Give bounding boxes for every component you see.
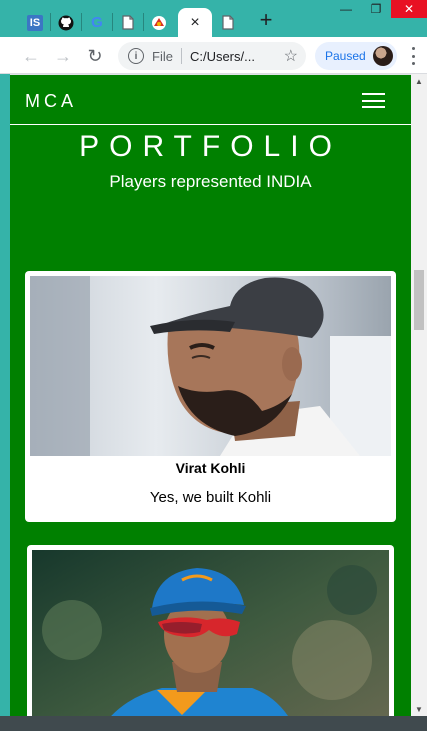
address-divider xyxy=(180,48,182,64)
arrow-right-icon: → xyxy=(54,45,72,66)
address-scheme: File xyxy=(152,48,173,64)
menu-dots-icon[interactable] xyxy=(406,47,420,65)
tab-document-1[interactable] xyxy=(115,8,141,37)
github-icon xyxy=(58,15,74,31)
arrow-left-icon: ← xyxy=(22,45,40,66)
new-tab-button[interactable]: + xyxy=(255,9,277,32)
address-url[interactable]: C:/Users/... xyxy=(190,49,255,64)
site-navbar: MCA xyxy=(10,75,411,125)
info-icon[interactable]: i xyxy=(128,48,144,64)
browser-toolbar: ← → ↻ i File C:/Users/... ☆ Paused xyxy=(0,37,427,74)
address-bar[interactable]: i File C:/Users/... ☆ xyxy=(118,42,306,70)
google-icon: G xyxy=(91,14,103,31)
page-subtitle: Players represented INDIA xyxy=(109,172,312,191)
player-photo-dhoni xyxy=(32,550,389,716)
site-is-icon: IS xyxy=(27,14,43,31)
tab-document-2[interactable] xyxy=(215,8,241,37)
hamburger-menu-icon[interactable] xyxy=(362,93,385,108)
document-icon xyxy=(220,15,236,31)
bookmark-star-icon[interactable]: ☆ xyxy=(284,46,298,66)
tab-github[interactable] xyxy=(53,8,79,37)
page-viewport: MCA PORTFOLIO Players represented INDIA xyxy=(10,75,411,716)
window-close-button[interactable]: ✕ xyxy=(391,0,427,18)
tab-active[interactable]: × xyxy=(178,8,212,37)
window-frame-left xyxy=(0,74,10,731)
page-title: PORTFOLIO xyxy=(79,130,342,163)
forward-button[interactable]: → xyxy=(50,43,76,69)
page-scrollbar[interactable]: ▲ ▼ xyxy=(411,74,427,716)
document-icon xyxy=(120,15,136,31)
reload-icon: ↻ xyxy=(87,45,103,66)
tab-site-logo[interactable] xyxy=(146,8,172,37)
site-logo-icon xyxy=(151,15,167,31)
player-caption: Yes, we built Kohli xyxy=(149,489,272,506)
profile-button[interactable]: Paused xyxy=(315,42,397,70)
player-photo-kohli xyxy=(30,276,391,456)
tab-google[interactable]: G xyxy=(84,8,110,37)
profile-status-label: Paused xyxy=(325,49,366,63)
scroll-down-icon[interactable]: ▼ xyxy=(411,702,427,716)
site-brand[interactable]: MCA xyxy=(25,91,77,112)
taskbar-strip xyxy=(0,716,427,731)
avatar xyxy=(373,46,393,66)
close-tab-icon[interactable]: × xyxy=(187,14,203,31)
scrollbar-thumb[interactable] xyxy=(414,270,424,330)
tab-strip: IS G × + — ❐ ✕ xyxy=(0,0,427,37)
reload-button[interactable]: ↻ xyxy=(82,43,108,69)
player-name: Virat Kohli xyxy=(175,460,246,476)
player-card xyxy=(27,545,394,716)
player-card: Virat Kohli Yes, we built Kohli xyxy=(25,271,396,522)
minimize-button[interactable]: — xyxy=(331,0,361,18)
maximize-button[interactable]: ❐ xyxy=(361,0,391,18)
scroll-up-icon[interactable]: ▲ xyxy=(411,74,427,88)
back-button[interactable]: ← xyxy=(18,43,44,69)
tab-is[interactable]: IS xyxy=(22,8,48,37)
browser-window: IS G × + — ❐ ✕ ← → ↻ i File C:/Users/...… xyxy=(0,0,427,731)
